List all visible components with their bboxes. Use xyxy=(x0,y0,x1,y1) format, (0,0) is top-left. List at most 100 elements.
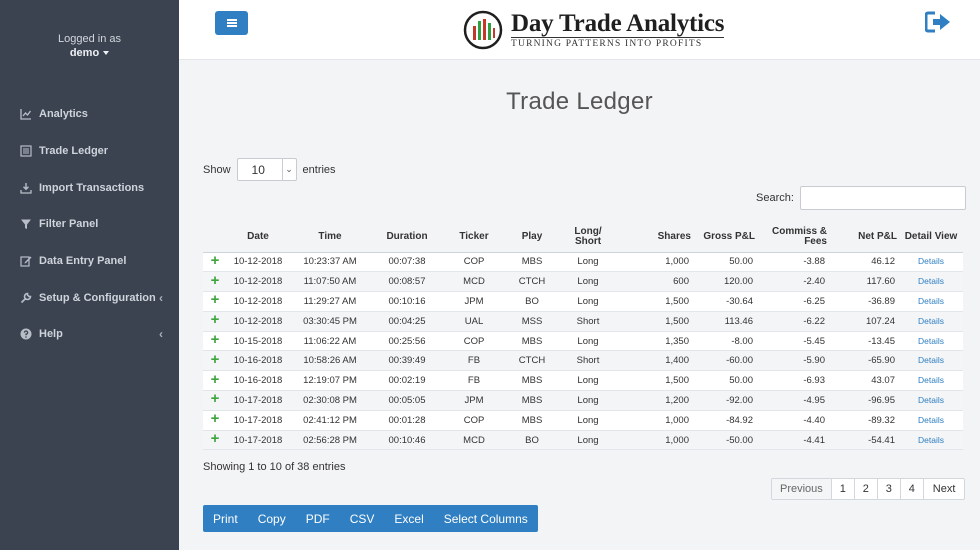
gross-pl-cell: -60.00 xyxy=(693,350,757,372)
details-link[interactable]: Details xyxy=(918,316,944,326)
sign-out-icon xyxy=(924,11,950,33)
csv-button[interactable]: CSV xyxy=(340,505,385,532)
sidebar-item-help[interactable]: Help ‹ xyxy=(0,316,179,353)
column-header[interactable]: Time xyxy=(289,222,371,253)
column-header[interactable]: Ticker xyxy=(443,222,505,253)
logout-button[interactable] xyxy=(924,11,951,33)
sidebar-item-label: Trade Ledger xyxy=(39,145,109,158)
expand-row-icon[interactable]: + xyxy=(211,252,220,269)
column-header[interactable]: Duration xyxy=(371,222,443,253)
print-button[interactable]: Print xyxy=(203,505,248,532)
gross-pl-cell: 50.00 xyxy=(693,370,757,392)
column-header[interactable]: Net P&L xyxy=(829,222,899,253)
search-input[interactable] xyxy=(799,186,966,210)
side-cell: Long xyxy=(559,390,617,411)
details-link[interactable]: Details xyxy=(918,336,944,346)
shares-cell: 1,500 xyxy=(617,370,693,392)
expand-cell[interactable]: + xyxy=(203,430,227,451)
table-info: Showing 1 to 10 of 38 entries xyxy=(203,461,346,473)
play-cell: MBS xyxy=(505,252,559,273)
date-cell: 10-17-2018 xyxy=(227,410,289,431)
expand-row-icon[interactable]: + xyxy=(211,311,220,328)
details-link[interactable]: Details xyxy=(918,256,944,266)
expand-row-icon[interactable]: + xyxy=(211,331,220,348)
pagination-page[interactable]: 3 xyxy=(876,479,900,499)
expand-row-icon[interactable]: + xyxy=(211,430,220,447)
sidebar-item-trade-ledger[interactable]: Trade Ledger xyxy=(0,133,179,170)
column-header[interactable]: Commiss & Fees xyxy=(757,222,829,253)
time-cell: 10:23:37 AM xyxy=(289,252,371,273)
details-link[interactable]: Details xyxy=(918,355,944,365)
expand-cell[interactable]: + xyxy=(203,252,227,273)
sidebar-item-data-entry-panel[interactable]: Data Entry Panel xyxy=(0,243,179,280)
entries-select[interactable]: 10 ⌄ xyxy=(236,158,297,181)
net-pl-cell: -96.95 xyxy=(829,390,899,411)
expand-row-icon[interactable]: + xyxy=(211,272,220,289)
sidebar-item-filter-panel[interactable]: Filter Panel xyxy=(0,206,179,243)
expand-row-icon[interactable]: + xyxy=(211,390,220,407)
expand-cell[interactable]: + xyxy=(203,370,227,392)
column-header[interactable]: Shares xyxy=(617,222,693,253)
details-link[interactable]: Details xyxy=(918,276,944,286)
ticker-cell: JPM xyxy=(443,291,505,312)
caret-down-icon xyxy=(103,51,110,56)
expand-cell[interactable]: + xyxy=(203,350,227,372)
expand-cell[interactable]: + xyxy=(203,271,227,293)
sidebar-item-setup-configuration[interactable]: Setup & Configuration ‹ xyxy=(0,279,179,316)
fees-cell: -4.41 xyxy=(757,430,829,451)
side-cell: Long xyxy=(559,252,617,273)
expand-row-icon[interactable]: + xyxy=(211,410,220,427)
expand-row-icon[interactable]: + xyxy=(211,371,220,388)
expand-cell[interactable]: + xyxy=(203,311,227,332)
details-link[interactable]: Details xyxy=(918,375,944,385)
pagination-next[interactable]: Next xyxy=(922,479,965,499)
username: demo xyxy=(69,47,100,59)
expand-cell[interactable]: + xyxy=(203,291,227,312)
column-header[interactable]: Play xyxy=(505,222,559,253)
pagination-page[interactable]: 1 xyxy=(830,479,854,499)
sidebar-item-analytics[interactable]: Analytics xyxy=(0,96,179,133)
sidebar-item-label: Filter Panel xyxy=(39,218,99,231)
play-cell: MBS xyxy=(505,370,559,392)
select-columns-button[interactable]: Select Columns xyxy=(434,505,538,532)
copy-button[interactable]: Copy xyxy=(248,505,296,532)
details-link[interactable]: Details xyxy=(918,435,944,445)
net-pl-cell: -65.90 xyxy=(829,350,899,372)
detail-view-cell: Details xyxy=(899,331,963,352)
duration-cell: 00:10:46 xyxy=(371,430,443,451)
sidebar-item-import-transactions[interactable]: Import Transactions xyxy=(0,169,179,206)
details-link[interactable]: Details xyxy=(918,395,944,405)
table-row: +10-12-2018 11:29:27 AM 00:10:16 JPM BO Long 1… xyxy=(203,291,963,312)
expand-cell[interactable]: + xyxy=(203,390,227,411)
download-icon xyxy=(20,182,32,194)
expand-row-icon[interactable]: + xyxy=(211,351,220,368)
date-cell: 10-12-2018 xyxy=(227,311,289,332)
pagination-previous[interactable]: Previous xyxy=(772,479,831,499)
table-row: +10-17-2018 02:56:28 PM 00:10:46 MCD BO Long 1… xyxy=(203,430,963,451)
menu-toggle-button[interactable] xyxy=(215,11,248,35)
sidebar-nav: Analytics Trade Ledger Import Transactio… xyxy=(0,96,179,353)
column-header[interactable]: Date xyxy=(227,222,289,253)
date-cell: 10-12-2018 xyxy=(227,271,289,293)
column-header[interactable]: Long/ Short xyxy=(559,222,617,253)
details-link[interactable]: Details xyxy=(918,296,944,306)
excel-button[interactable]: Excel xyxy=(384,505,433,532)
column-header[interactable]: Detail View xyxy=(899,222,963,253)
pagination-page[interactable]: 4 xyxy=(899,479,923,499)
filter-icon xyxy=(20,218,32,230)
details-link[interactable]: Details xyxy=(918,415,944,425)
expand-row-icon[interactable]: + xyxy=(211,291,220,308)
ticker-cell: FB xyxy=(443,370,505,392)
fees-cell: -4.40 xyxy=(757,410,829,431)
duration-cell: 00:02:19 xyxy=(371,370,443,392)
pdf-button[interactable]: PDF xyxy=(296,505,340,532)
user-menu[interactable]: demo xyxy=(0,46,179,60)
expand-cell[interactable]: + xyxy=(203,410,227,431)
chart-line-icon xyxy=(20,108,32,120)
side-cell: Long xyxy=(559,291,617,312)
duration-cell: 00:05:05 xyxy=(371,390,443,411)
column-header[interactable]: Gross P&L xyxy=(693,222,757,253)
duration-cell: 00:07:38 xyxy=(371,252,443,273)
expand-cell[interactable]: + xyxy=(203,331,227,352)
pagination-page[interactable]: 2 xyxy=(853,479,877,499)
